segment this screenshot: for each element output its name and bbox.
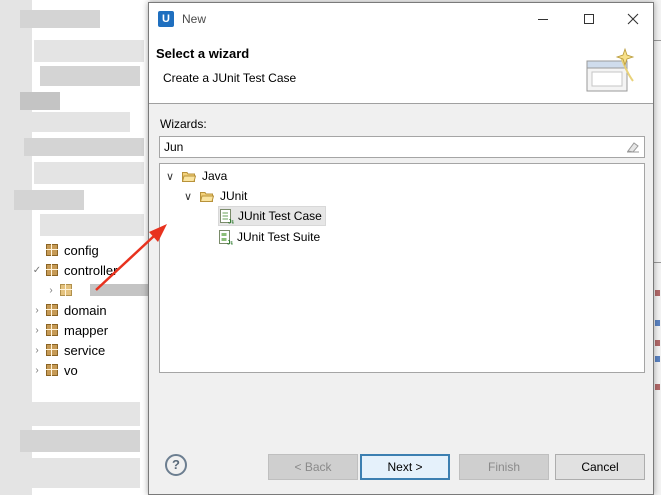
chevron-down-icon[interactable]: ∨ [182,190,194,203]
filter-value: Jun [164,140,184,154]
blurred-area [24,138,144,156]
tree-item-junit-test-case[interactable]: Ju JUnit Test Case [218,206,326,226]
tree-item-domain[interactable]: › domain [30,300,107,320]
ruler-line [653,262,661,263]
warning-file-icon [60,284,72,296]
chevron-down-icon[interactable]: ∨ [164,170,176,183]
close-icon [627,13,639,25]
chevron-right-icon[interactable]: › [30,340,44,360]
annotation-marker [655,384,660,390]
chevron-right-icon[interactable]: › [30,360,44,380]
new-wizard-dialog: U New Select a wizard Create a JUnit Tes… [148,2,654,495]
title-bar[interactable]: U New [149,3,653,35]
tree-item-label: Java [202,169,228,183]
help-button[interactable]: ? [165,454,187,476]
cancel-button[interactable]: Cancel [555,454,645,480]
editor-edge [653,0,661,495]
next-button[interactable]: Next > [360,454,450,480]
tree-item-label: mapper [64,322,109,338]
blurred-area [34,162,144,184]
app-icon: U [158,11,174,27]
tree-item-controller[interactable]: ✓ controller [30,260,118,280]
page-description: Create a JUnit Test Case [163,71,297,85]
tree-item-label: controller [64,262,118,278]
blurred-area [10,402,140,426]
maximize-icon [584,14,594,24]
tree-item-label: service [64,342,106,358]
tree-item-java[interactable]: ∨ Java [164,166,227,186]
blurred-area [40,214,144,236]
tree-item-blurred[interactable]: › [44,280,78,300]
blurred-area [34,40,144,62]
blurred-area [30,112,130,132]
package-explorer: config ✓ controller › › domain › mapper … [0,0,150,495]
blurred-area [30,458,140,488]
tree-item-vo[interactable]: › vo [30,360,78,380]
blurred-area [14,190,84,210]
blurred-area [40,66,140,86]
wizard-tree[interactable]: ∨ Java ∨ JUnit Ju JUnit Test Case Ju JUn… [159,163,645,373]
wizard-header: Select a wizard Create a JUnit Test Case [149,35,653,104]
wizards-label: Wizards: [160,117,207,131]
blurred-area [20,92,60,110]
tree-item-label: JUnit [220,189,248,203]
window-title: New [182,12,207,26]
tree-item-junit[interactable]: ∨ JUnit [182,186,247,206]
annotation-marker [655,290,660,296]
tree-item-service[interactable]: › service [30,340,105,360]
package-icon [46,324,58,336]
tree-item-junit-test-suite[interactable]: Ju JUnit Test Suite [218,227,320,247]
minimize-button[interactable] [520,3,566,35]
tree-item-label: vo [64,362,78,378]
tree-item-label: domain [64,302,107,318]
wizard-filter-input[interactable]: Jun [159,136,645,158]
annotation-marker [655,320,660,326]
tree-item-label: config [64,242,99,258]
chevron-right-icon[interactable]: › [44,280,58,300]
package-icon [46,244,58,256]
package-icon [46,344,58,356]
clear-filter-icon[interactable] [626,141,640,153]
package-icon [46,364,58,376]
chevron-right-icon[interactable]: › [30,300,44,320]
blurred-area [90,284,150,296]
annotation-marker [655,340,660,346]
finish-button[interactable]: Finish [459,454,549,480]
blurred-area [20,430,140,452]
svg-text:Ju: Ju [228,219,234,224]
maximize-button[interactable] [566,3,612,35]
minimize-icon [538,18,548,20]
back-button[interactable]: < Back [268,454,358,480]
ruler-line [653,40,661,41]
tree-item-label: JUnit Test Case [238,209,322,223]
blurred-area [20,10,100,28]
wizard-banner-icon [586,47,635,92]
tree-item-mapper[interactable]: › mapper [30,320,108,340]
page-title: Select a wizard [156,46,250,61]
chevron-right-icon[interactable]: › [30,320,44,340]
package-icon [46,304,58,316]
tree-item-config[interactable]: config [30,240,99,260]
package-icon [46,264,58,276]
junit-test-suite-icon: Ju [219,229,233,245]
annotation-marker [655,356,660,362]
chevron-down-icon[interactable]: ✓ [30,260,44,280]
svg-text:Ju: Ju [227,240,233,245]
tree-item-label: JUnit Test Suite [237,230,321,244]
folder-open-icon [182,171,196,182]
close-button[interactable] [610,3,656,35]
junit-test-case-icon: Ju [220,208,234,224]
folder-open-icon [200,191,214,202]
